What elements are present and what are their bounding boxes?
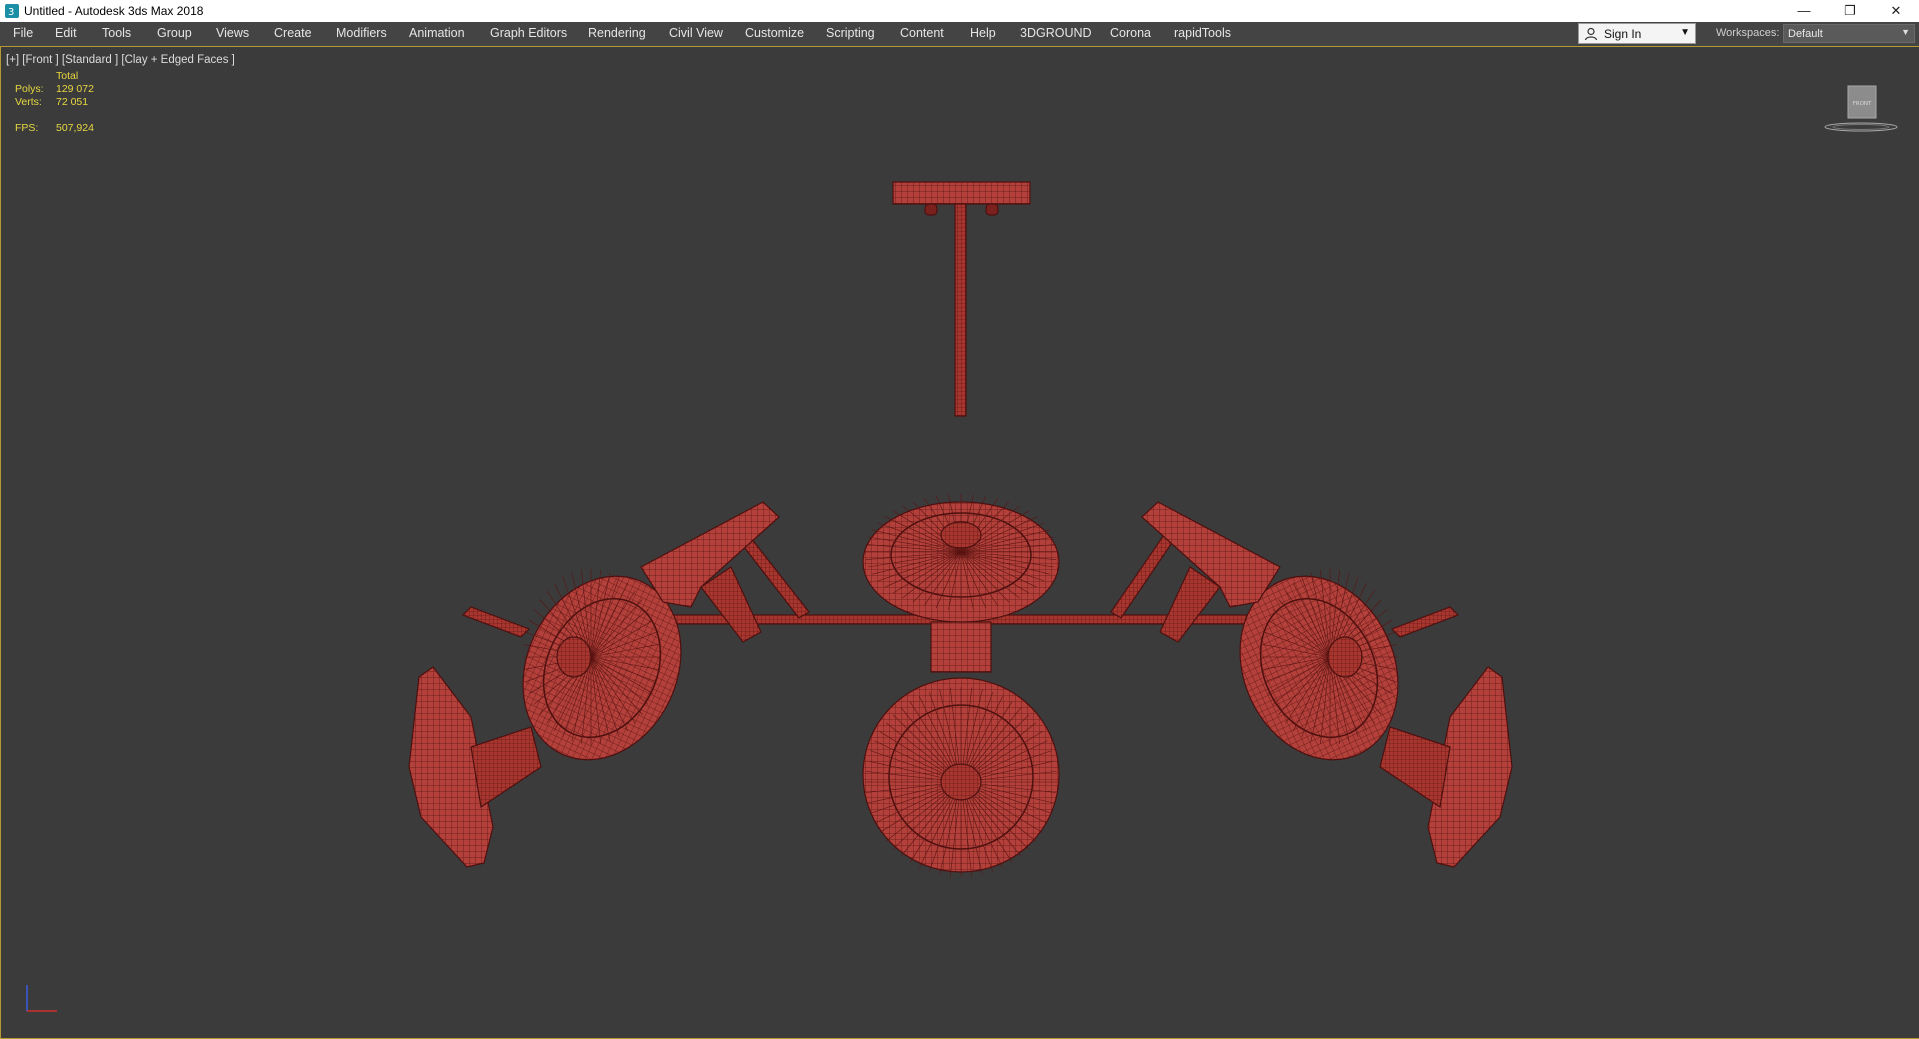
menu-modifiers[interactable]: Modifiers — [336, 26, 387, 40]
right-large-cap — [1327, 636, 1363, 678]
3dsmax-app-icon: 3 — [5, 4, 19, 18]
canopy-screw — [924, 203, 938, 216]
ceiling-rod — [954, 203, 967, 417]
menu-graph-editors[interactable]: Graph Editors — [490, 26, 567, 40]
far-left-socket — [470, 726, 542, 809]
menu-rapidtools[interactable]: rapidTools — [1174, 26, 1231, 40]
left-outer-stem — [461, 606, 531, 638]
maximize-button[interactable]: ❐ — [1827, 0, 1873, 22]
chevron-down-icon: ▼ — [1680, 27, 1690, 38]
sign-in-dropdown[interactable]: Sign In ▼ — [1578, 23, 1696, 44]
chandelier-model[interactable] — [1, 47, 1919, 1039]
bottom-center-cap — [940, 763, 982, 801]
far-right-socket — [1379, 726, 1451, 809]
menu-views[interactable]: Views — [216, 26, 249, 40]
canopy-screw — [985, 203, 999, 216]
menu-scripting[interactable]: Scripting — [826, 26, 875, 40]
menu-create[interactable]: Create — [274, 26, 312, 40]
front-viewport[interactable]: [+] [Front ] [Standard ] [Clay + Edged F… — [0, 47, 1919, 1039]
user-icon — [1584, 27, 1598, 41]
title-bar: 3 Untitled - Autodesk 3ds Max 2018 — ❐ ✕ — [0, 0, 1919, 22]
window-title: Untitled - Autodesk 3ds Max 2018 — [24, 4, 204, 18]
axis-tripod-icon — [26, 985, 57, 1012]
ceiling-canopy — [892, 181, 1031, 205]
menu-3dground[interactable]: 3DGROUND — [1020, 26, 1092, 40]
left-large-cap — [556, 636, 592, 678]
menu-civil-view[interactable]: Civil View — [669, 26, 723, 40]
menu-customize[interactable]: Customize — [745, 26, 804, 40]
svg-text:3: 3 — [8, 7, 14, 18]
menu-help[interactable]: Help — [970, 26, 996, 40]
top-center-cap — [940, 521, 982, 549]
center-column — [930, 621, 992, 673]
workspaces-select[interactable]: Default ▼ — [1783, 24, 1915, 43]
menu-tools[interactable]: Tools — [102, 26, 131, 40]
menu-group[interactable]: Group — [157, 26, 192, 40]
chevron-down-icon: ▼ — [1901, 27, 1910, 37]
minimize-button[interactable]: — — [1781, 0, 1827, 22]
menu-rendering[interactable]: Rendering — [588, 26, 646, 40]
menu-corona[interactable]: Corona — [1110, 26, 1151, 40]
close-button[interactable]: ✕ — [1873, 0, 1919, 22]
top-center-spokes — [865, 494, 1057, 610]
workspaces-value: Default — [1788, 28, 1823, 40]
menu-animation[interactable]: Animation — [409, 26, 465, 40]
right-outer-stem — [1390, 606, 1460, 638]
menu-file[interactable]: File — [13, 26, 33, 40]
menu-content[interactable]: Content — [900, 26, 944, 40]
menu-bar: File Edit Tools Group Views Create Modif… — [0, 22, 1919, 47]
menu-edit[interactable]: Edit — [55, 26, 77, 40]
sign-in-label: Sign In — [1604, 27, 1642, 41]
workspaces-label: Workspaces: — [1716, 27, 1780, 39]
